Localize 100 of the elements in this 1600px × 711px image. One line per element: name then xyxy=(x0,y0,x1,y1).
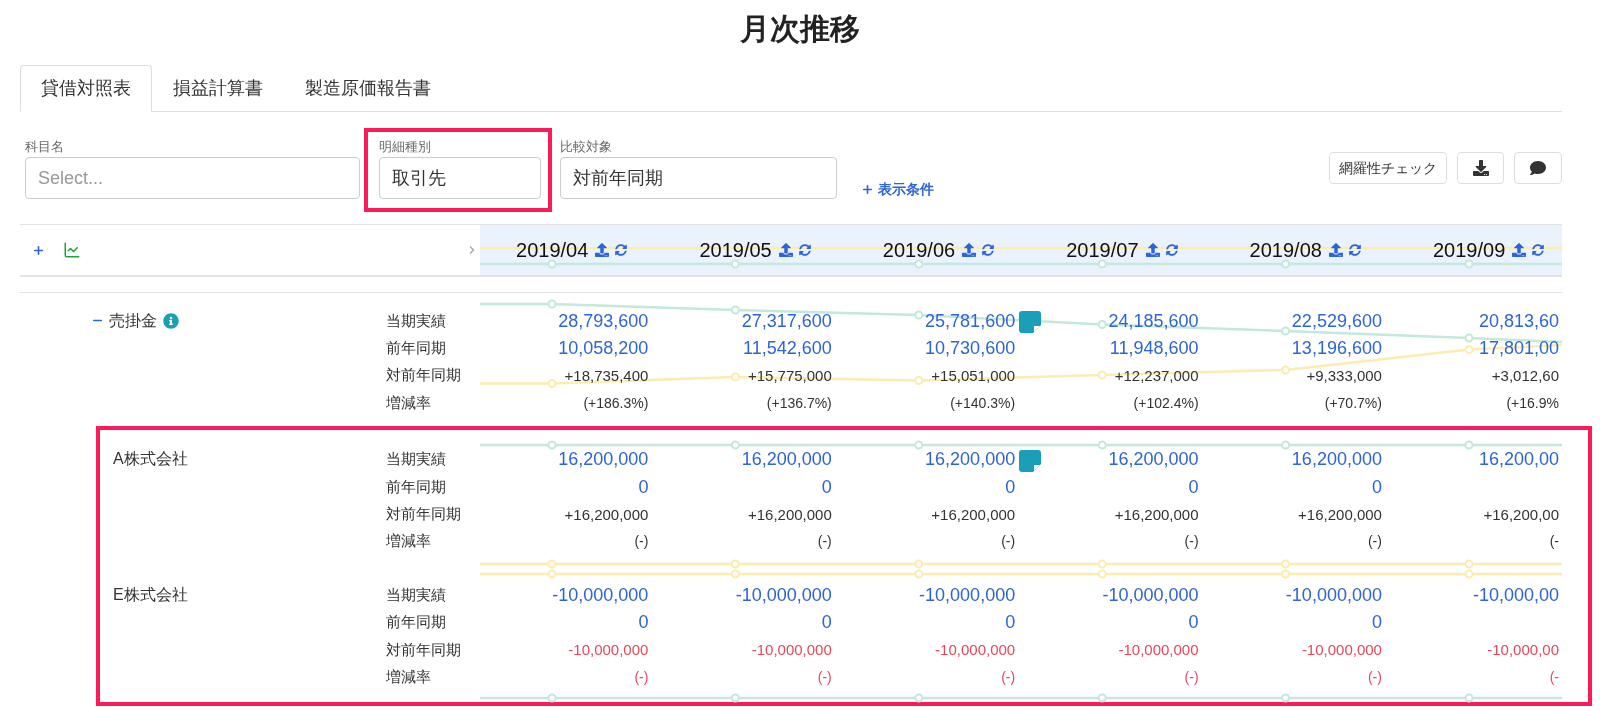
table-cell: 16,200,000 xyxy=(925,449,1016,470)
row-label: 前年同期 xyxy=(386,477,446,496)
note-icon[interactable] xyxy=(1019,449,1042,472)
trend-point xyxy=(914,259,924,269)
trend-point xyxy=(914,440,924,450)
upload-icon[interactable] xyxy=(1328,243,1343,257)
table-cell: 16,200,000 xyxy=(741,449,832,470)
trend-point xyxy=(1464,333,1474,343)
trend-point xyxy=(730,569,740,579)
upload-icon[interactable] xyxy=(1145,243,1160,257)
table-cell: 0 xyxy=(638,476,649,497)
field-label: 比較対象 xyxy=(560,139,612,154)
trend-point xyxy=(547,440,557,450)
upload-icon[interactable] xyxy=(962,243,977,257)
completeness-check-button[interactable]: 網羅性チェック xyxy=(1329,152,1447,184)
refresh-icon[interactable] xyxy=(982,244,995,256)
trend-point xyxy=(1464,569,1474,579)
trend-point xyxy=(1281,569,1291,579)
table-cell: 22,529,600 xyxy=(1291,310,1382,331)
refresh-icon[interactable] xyxy=(1532,244,1545,256)
table-cell: (-) xyxy=(1001,533,1016,550)
table-cell: +16,200,000 xyxy=(931,505,1016,523)
select-field[interactable]: Select... xyxy=(25,157,360,199)
trend-point xyxy=(1281,365,1291,375)
table-cell: -10,000,000 xyxy=(1301,641,1382,659)
info-icon[interactable] xyxy=(163,312,179,329)
row-label: 当期実績 xyxy=(386,311,446,330)
row-label: 対前年同期 xyxy=(386,366,461,385)
trend-point xyxy=(547,569,557,579)
table-cell: 0 xyxy=(821,612,832,633)
trend-point xyxy=(914,559,924,569)
trend-point xyxy=(547,259,557,269)
note-icon[interactable] xyxy=(1019,311,1042,333)
table-cell: 0 xyxy=(1005,476,1016,497)
refresh-icon[interactable] xyxy=(1348,244,1361,256)
upload-icon[interactable] xyxy=(595,243,610,257)
select-field[interactable]: 取引先 xyxy=(379,157,541,199)
table-cell: (-) xyxy=(817,669,832,685)
table-cell: 25,781,600 xyxy=(925,310,1016,331)
table-cell: 10,730,600 xyxy=(925,338,1016,359)
table-cell: 16,200,000 xyxy=(1291,449,1382,470)
table-cell: 0 xyxy=(1188,476,1199,497)
table-cell: +16,200,000 xyxy=(747,505,832,523)
trend-point xyxy=(1464,440,1474,450)
row-label: 増減率 xyxy=(386,532,431,551)
table-cell: (-) xyxy=(1184,669,1199,685)
table-cell: 0 xyxy=(1005,612,1016,633)
trend-point xyxy=(547,559,557,569)
table-cell: 0 xyxy=(821,476,832,497)
refresh-icon[interactable] xyxy=(615,244,628,256)
month-label: 2019/05 xyxy=(699,240,772,260)
trend-point xyxy=(914,376,924,385)
table-cell: (-) xyxy=(1367,669,1382,685)
trend-point xyxy=(730,693,740,703)
page-title: 月次推移 xyxy=(740,11,860,47)
table-cell: +3,012,60 xyxy=(1491,366,1559,384)
select-field[interactable]: 対前年同期 xyxy=(560,157,837,199)
table-cell: 16,200,000 xyxy=(1108,449,1199,470)
trend-point xyxy=(1281,259,1291,269)
download-button[interactable] xyxy=(1457,152,1504,184)
table-cell: 27,317,600 xyxy=(741,310,832,331)
display-conditions-link[interactable]: 表示条件 xyxy=(861,180,934,198)
refresh-icon[interactable] xyxy=(798,244,811,256)
trend-point xyxy=(547,693,557,703)
trend-point xyxy=(1097,370,1107,380)
table-cell: (+70.7%) xyxy=(1324,394,1382,411)
tab[interactable]: 損益計算書 xyxy=(152,65,284,112)
table-cell: (- xyxy=(1549,533,1559,550)
table-cell: (+16.9% xyxy=(1506,394,1559,411)
table-cell: (+102.4%) xyxy=(1133,394,1199,411)
row-label: 対前年同期 xyxy=(386,505,461,524)
table-cell: (+140.3%) xyxy=(950,394,1016,411)
row-label: 対前年同期 xyxy=(386,640,461,659)
trend-point xyxy=(1097,259,1107,269)
table-cell: -10,000,000 xyxy=(935,641,1016,659)
line-chart-icon[interactable] xyxy=(63,241,81,259)
table-cell: 28,793,600 xyxy=(558,310,649,331)
row-label: 当期実績 xyxy=(386,450,446,469)
table-cell: 10,058,200 xyxy=(558,338,649,359)
table-cell: +18,735,400 xyxy=(564,366,649,384)
trend-point xyxy=(1097,569,1107,579)
refresh-icon[interactable] xyxy=(1165,244,1178,256)
table-cell: 0 xyxy=(638,612,649,633)
plus-icon xyxy=(861,182,874,196)
trend-point xyxy=(547,379,557,388)
upload-icon[interactable] xyxy=(1512,243,1527,257)
table-cell: +15,775,000 xyxy=(747,366,832,384)
tab[interactable]: 製造原価報告書 xyxy=(284,65,452,112)
tab[interactable]: 貸借対照表 xyxy=(20,65,152,112)
table-cell: (-) xyxy=(1367,533,1382,550)
upload-icon[interactable] xyxy=(778,243,793,257)
trend-point xyxy=(1464,345,1474,355)
comment-button[interactable] xyxy=(1514,152,1562,184)
table-cell: (-) xyxy=(1184,533,1199,550)
table-cell: (-) xyxy=(634,533,649,550)
add-icon[interactable] xyxy=(32,243,45,257)
table-cell: -10,000,000 xyxy=(1285,584,1382,605)
table-cell: -10,000,00 xyxy=(1487,641,1559,659)
field-label: 科目名 xyxy=(25,139,64,154)
table-cell: 0 xyxy=(1371,476,1382,497)
